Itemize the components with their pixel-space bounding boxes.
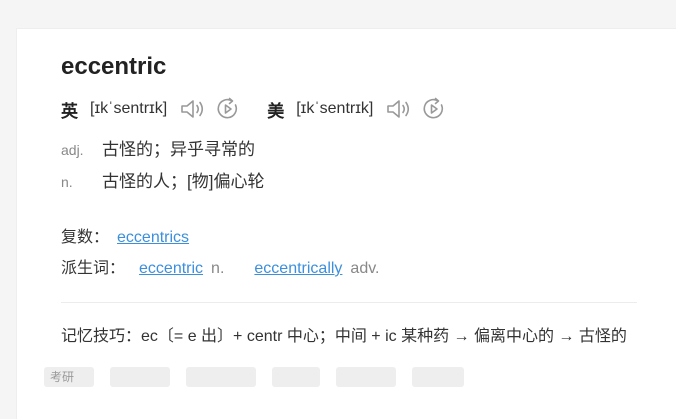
part-of-speech: n.: [61, 174, 73, 190]
tag-strip: 考研: [44, 367, 644, 387]
derivative-link[interactable]: eccentric: [139, 260, 203, 278]
region-label-uk: 英: [61, 101, 78, 121]
phonetic-uk: [ɪkˈsentrɪk]: [90, 100, 168, 117]
plural-row: 复数： eccentrics: [61, 223, 379, 254]
speaker-icon[interactable]: [385, 97, 413, 121]
region-label-us: 美: [267, 101, 285, 121]
tag-chip[interactable]: [110, 367, 170, 387]
derivatives-row: 派生词： eccentric n. eccentrically adv.: [61, 254, 379, 285]
part-of-speech: adj.: [61, 142, 84, 158]
tag-chip[interactable]: 考研: [44, 367, 94, 387]
replay-icon[interactable]: [215, 96, 241, 122]
speaker-icon[interactable]: [179, 97, 207, 121]
phonetic-us: [ɪkˈsentrɪk]: [296, 100, 374, 117]
definitions: adj. 古怪的；异乎寻常的 n. 古怪的人；[物]偏心轮: [61, 135, 264, 199]
headword: eccentric: [61, 53, 167, 80]
tag-chip[interactable]: [272, 367, 320, 387]
tag-chip[interactable]: [412, 367, 464, 387]
section-divider: [61, 302, 637, 303]
definition-row: n. 古怪的人；[物]偏心轮: [61, 167, 264, 199]
derivative-pos: adv.: [350, 260, 380, 277]
derivative-link[interactable]: eccentrically: [254, 260, 342, 278]
derivatives-label: 派生词：: [61, 260, 126, 277]
replay-icon[interactable]: [421, 96, 447, 122]
plural-label: 复数：: [61, 229, 110, 246]
memory-tip: 记忆技巧：ec〔= e 出〕+ centr 中心；中间 + ic 某种药 → 偏…: [61, 328, 627, 345]
definition-row: adj. 古怪的；异乎寻常的: [61, 135, 264, 167]
word-forms: 复数： eccentrics 派生词： eccentric n. eccentr…: [61, 223, 379, 285]
tag-chip[interactable]: [336, 367, 396, 387]
derivative-pos: n.: [211, 260, 225, 277]
definition-text: 古怪的人；[物]偏心轮: [102, 172, 265, 191]
dictionary-card: eccentric 英 [ɪkˈsentrɪk] 美 [ɪkˈsentrɪk] …: [16, 28, 676, 419]
plural-link[interactable]: eccentrics: [117, 229, 189, 247]
pronunciation-us: 美 [ɪkˈsentrɪk]: [267, 96, 447, 122]
tag-chip[interactable]: [186, 367, 256, 387]
pronunciation-row: 英 [ɪkˈsentrɪk] 美 [ɪkˈsentrɪk]: [61, 95, 447, 123]
pronunciation-uk: 英 [ɪkˈsentrɪk]: [61, 96, 241, 122]
definition-text: 古怪的；异乎寻常的: [102, 140, 255, 159]
